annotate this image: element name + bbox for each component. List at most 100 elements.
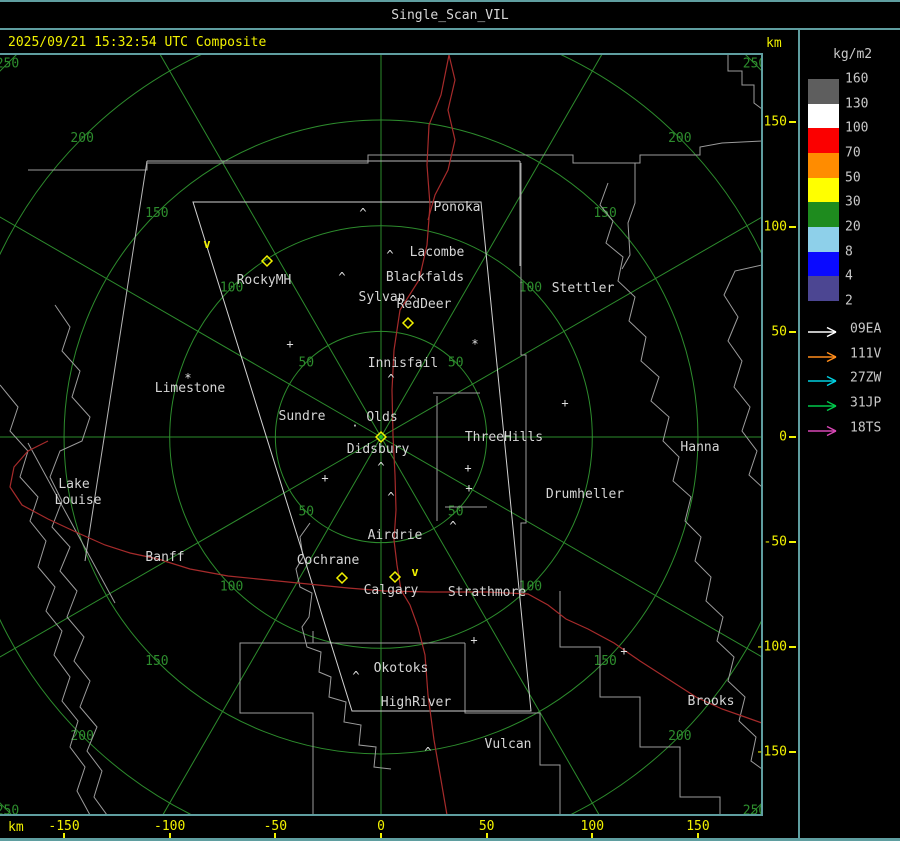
legend-scale-value: 160 xyxy=(845,71,869,87)
track-arrow-icon-31JP xyxy=(808,400,837,412)
ring-label: 250 xyxy=(0,56,19,71)
ring-label: 250 xyxy=(743,804,762,814)
city-label-innisfail: Innisfail xyxy=(368,356,438,371)
check-marker-icon: v xyxy=(411,565,418,579)
right-axis-tick-label: 100 xyxy=(763,219,787,235)
caret-marker-icon: ^ xyxy=(377,460,384,474)
track-id-label: 09EA xyxy=(850,321,882,337)
right-axis-tick-label: 0 xyxy=(779,429,787,445)
bottom-axis: km -150 -100 -50 0 50 100 150 xyxy=(0,816,798,839)
county-boundary-line xyxy=(464,643,561,815)
city-label-banff: Banff xyxy=(145,550,184,565)
right-axis-unit: km xyxy=(766,36,782,51)
caret-marker-icon: ^ xyxy=(424,745,431,759)
legend-scale-value: 8 xyxy=(845,244,853,260)
county-boundary-line xyxy=(239,631,314,815)
caret-marker-icon: ^ xyxy=(449,519,456,533)
county-boundary-line xyxy=(520,163,527,591)
plus-marker-icon: + xyxy=(470,633,477,647)
caret-marker-icon: ^ xyxy=(387,372,394,386)
legend-scale-value: 70 xyxy=(845,145,861,161)
highway-line xyxy=(427,54,456,221)
bottom-axis-unit: km xyxy=(8,820,24,835)
track-arrow-row xyxy=(806,422,844,441)
legend-color-block-20 xyxy=(808,226,839,252)
city-label-lake: Lake xyxy=(58,477,89,492)
radar-site-icon xyxy=(335,571,349,585)
radar-site-center-dot xyxy=(379,435,383,439)
right-axis-tick-label: 150 xyxy=(763,114,787,130)
radar-map-display[interactable]: 50 50 50 50 100 100 100 100 150 150 150 150 200 200 20… xyxy=(0,0,900,841)
ring-label: 200 xyxy=(668,729,691,744)
city-label-brooks: Brooks xyxy=(688,694,735,709)
city-label-drumheller: Drumheller xyxy=(546,487,624,502)
caret-marker-icon: ^ xyxy=(387,490,394,504)
radar-app: Single_Scan_VIL 2025/09/21 15:32:54 UTC … xyxy=(0,0,900,841)
legend-scale-value: 30 xyxy=(845,194,861,210)
track-arrow-icon-27ZW xyxy=(808,376,837,387)
city-label-airdrie: Airdrie xyxy=(368,528,423,543)
county-boundary-line xyxy=(621,163,636,270)
plus-marker-icon: + xyxy=(286,337,293,351)
bottom-axis-tick-label: 150 xyxy=(686,819,710,834)
ring-label: 150 xyxy=(145,206,168,221)
legend-scale-value: 50 xyxy=(845,170,861,186)
county-boundary-line xyxy=(723,264,763,488)
right-axis: 150 100 50 0 -50 -100 -150 xyxy=(756,55,798,814)
legend-color-block-160 xyxy=(808,79,839,104)
plus-marker-icon: + xyxy=(620,644,627,658)
city-label-limestone: Limestone xyxy=(155,381,226,396)
city-label-threehills: ThreeHills xyxy=(465,430,543,445)
caret-marker-icon: ^ xyxy=(359,206,366,220)
ring-label: 50 xyxy=(298,355,314,370)
legend-scale-value: 130 xyxy=(845,96,869,112)
right-axis-tick-label: -50 xyxy=(763,534,787,550)
bottom-axis-tick-label: 50 xyxy=(478,819,495,834)
bottom-axis-tick-label: 100 xyxy=(580,819,605,834)
bottom-axis-tick-label: -50 xyxy=(263,819,288,834)
city-label-lacombe: Lacombe xyxy=(410,245,465,260)
titlebar: Single_Scan_VIL xyxy=(0,2,900,28)
ring-label: 200 xyxy=(70,131,93,146)
highway-line xyxy=(9,440,763,724)
asterisk-marker-icon: * xyxy=(471,337,478,351)
caret-marker-icon: ^ xyxy=(338,270,345,284)
window-title: Single_Scan_VIL xyxy=(391,7,509,23)
city-label-ponoka: Ponoka xyxy=(434,200,481,215)
county-boundary-line xyxy=(27,442,116,604)
track-arrow-icon-111V xyxy=(808,351,837,362)
plus-marker-icon: + xyxy=(561,396,568,410)
radar-site-icon xyxy=(401,316,415,330)
legend-color-block-130 xyxy=(808,103,839,129)
right-axis-tick-mark xyxy=(789,541,796,544)
right-axis-tick-label: 50 xyxy=(771,324,787,340)
right-axis-tick-label: -150 xyxy=(755,744,787,760)
right-axis-tick-label: -100 xyxy=(755,639,787,655)
city-label-didsbury: Didsbury xyxy=(347,442,410,457)
right-axis-tick-mark xyxy=(789,330,796,333)
ring-label: 100 xyxy=(220,579,243,594)
track-arrow-row xyxy=(806,372,844,391)
ring-label: 250 xyxy=(0,804,19,814)
bottom-axis-tick-label: -100 xyxy=(154,819,186,834)
bottom-axis-tick-label: 0 xyxy=(377,819,385,834)
city-label-olds: Olds xyxy=(366,410,397,425)
city-label-reddeer: RedDeer xyxy=(397,297,452,312)
city-label-cochrane: Cochrane xyxy=(297,553,360,568)
track-id-label: 27ZW xyxy=(850,370,882,386)
check-marker-icon: v xyxy=(203,237,210,251)
ring-label: 250 xyxy=(743,56,762,71)
plus-marker-icon: + xyxy=(321,471,328,485)
dot-marker-icon: · xyxy=(351,419,358,433)
track-arrow-icon-18TS xyxy=(808,425,837,436)
right-axis-tick-mark xyxy=(789,225,796,228)
county-boundary-line xyxy=(0,384,91,816)
titlebar-bottom-line xyxy=(0,28,900,30)
city-label-highriver: HighRiver xyxy=(381,695,452,710)
legend-color-block-50 xyxy=(808,177,839,203)
legend-panel: kg/m2 160 130 100 70 50 30 20 8 4 2 09EA 111V 27ZW 3… xyxy=(800,30,900,838)
track-id-label: 31JP xyxy=(850,395,882,411)
ring-label: 150 xyxy=(593,206,616,221)
legend-color-block-70 xyxy=(808,152,839,178)
bottom-axis-tick-label: -150 xyxy=(48,819,80,834)
